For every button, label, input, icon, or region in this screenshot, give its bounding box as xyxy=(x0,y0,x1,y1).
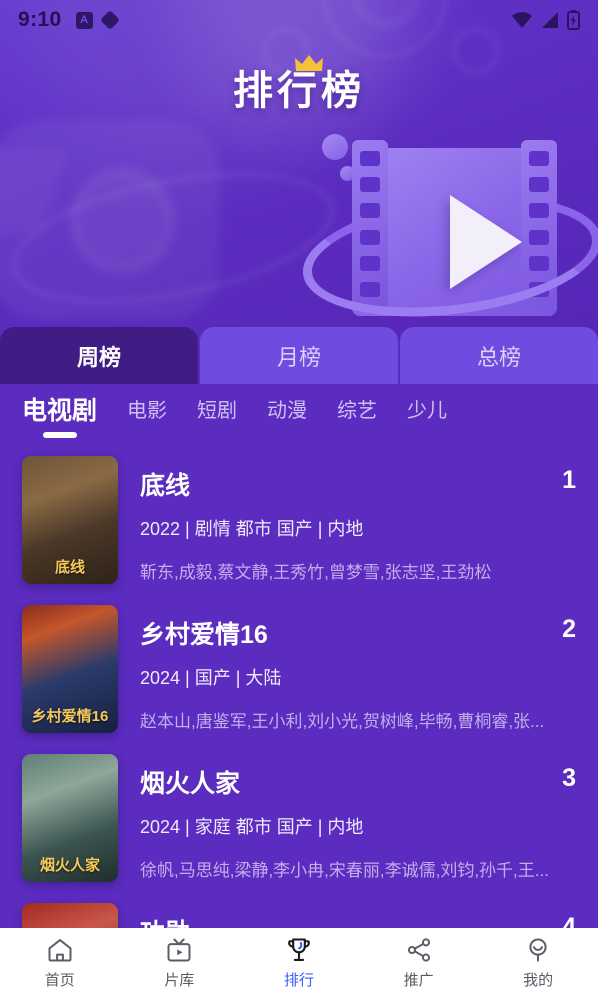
list-item-meta: 2024 | 国产 | 大陆 xyxy=(140,668,282,688)
status-bar: 9:10 A xyxy=(0,0,598,40)
nav-label: 首页 xyxy=(44,972,75,989)
ranking-list[interactable]: 底线 底线 1 2022 | 剧情 都市 国产 | 内地 靳东,成毅,蔡文静,王… xyxy=(0,442,598,928)
person-icon xyxy=(529,938,547,962)
tab-monthly[interactable]: 月榜 xyxy=(200,327,398,384)
tv-play-icon xyxy=(167,938,191,962)
category-tab-movie[interactable]: 电影 xyxy=(127,394,167,432)
list-item[interactable]: 乡村爱情16 乡村爱情16 2 2024 | 国产 | 大陆 赵本山,唐鉴军,王… xyxy=(0,591,598,740)
category-tab-variety[interactable]: 综艺 xyxy=(337,394,377,432)
poster-caption: 乡村爱情16 xyxy=(31,708,109,725)
poster-thumbnail[interactable]: 功勋 xyxy=(22,903,118,928)
nav-item-ranking[interactable]: 排行 xyxy=(239,928,359,998)
list-item-title: 乡村爱情16 xyxy=(140,621,268,649)
nav-label: 片库 xyxy=(164,972,195,989)
page-title-wrap: 排行榜 xyxy=(0,55,598,116)
nav-item-promote[interactable]: 推广 xyxy=(359,928,479,998)
category-tabs: 电视剧 电影 短剧 动漫 综艺 少儿 xyxy=(0,384,598,442)
list-item-cast: 赵本山,唐鉴军,王小利,刘小光,贺树峰,毕畅,曹桐睿,张... xyxy=(140,712,545,731)
list-item-rank: 4 xyxy=(562,913,576,928)
list-item-cast: 徐帆,马思纯,梁静,李小冉,宋春丽,李诚儒,刘钧,孙千,王... xyxy=(140,861,549,880)
poster-thumbnail[interactable]: 底线 xyxy=(22,456,118,584)
app-root: 9:10 A 排行榜 周榜 月榜 总榜 电视剧 电影 短剧 动漫 综艺 少儿 底… xyxy=(0,0,598,998)
wifi-icon xyxy=(512,12,532,28)
list-item[interactable]: 底线 底线 1 2022 | 剧情 都市 国产 | 内地 靳东,成毅,蔡文静,王… xyxy=(0,442,598,591)
nav-item-library[interactable]: 片库 xyxy=(120,928,240,998)
list-item-title: 底线 xyxy=(140,472,191,500)
poster-thumbnail[interactable]: 烟火人家 xyxy=(22,754,118,882)
app-badge-icon: A xyxy=(75,11,93,29)
poster-caption: 烟火人家 xyxy=(39,857,100,874)
battery-charging-icon xyxy=(567,10,580,30)
poster-thumbnail[interactable]: 乡村爱情16 xyxy=(22,605,118,733)
home-icon xyxy=(48,939,72,962)
signal-icon xyxy=(542,12,558,28)
tab-overall[interactable]: 总榜 xyxy=(400,327,598,384)
status-left-icons: A xyxy=(75,10,120,30)
list-item-body: 乡村爱情16 2 2024 | 国产 | 大陆 赵本山,唐鉴军,王小利,刘小光,… xyxy=(118,605,576,732)
trophy-icon xyxy=(288,938,310,961)
list-item-rank: 3 xyxy=(562,764,576,792)
category-tab-shortdrama[interactable]: 短剧 xyxy=(197,394,237,432)
list-item-body: 底线 1 2022 | 剧情 都市 国产 | 内地 靳东,成毅,蔡文静,王秀竹,… xyxy=(118,456,576,583)
list-item-title: 烟火人家 xyxy=(140,770,241,798)
nav-label: 我的 xyxy=(523,972,554,989)
diamond-icon xyxy=(99,10,120,30)
status-right-icons xyxy=(511,10,580,30)
category-tab-kids[interactable]: 少儿 xyxy=(407,394,447,432)
list-item[interactable]: 烟火人家 烟火人家 3 2024 | 家庭 都市 国产 | 内地 徐帆,马思纯,… xyxy=(0,740,598,889)
category-tab-anime[interactable]: 动漫 xyxy=(267,394,307,432)
tab-weekly[interactable]: 周榜 xyxy=(0,327,198,384)
status-time: 9:10 xyxy=(18,8,62,31)
share-icon xyxy=(407,938,430,962)
bottom-nav: 首页 片库 排行 推广 我的 xyxy=(0,928,598,998)
crown-icon xyxy=(295,55,323,71)
list-item-cast: 靳东,成毅,蔡文静,王秀竹,曾梦雪,张志坚,王劲松 xyxy=(140,563,492,582)
list-item-rank: 1 xyxy=(562,466,576,494)
list-item-meta: 2022 | 剧情 都市 国产 | 内地 xyxy=(140,519,364,539)
nav-label: 推广 xyxy=(403,972,434,989)
film-strip-play-icon xyxy=(296,134,598,335)
nav-item-mine[interactable]: 我的 xyxy=(478,928,598,998)
list-item-body: 烟火人家 3 2024 | 家庭 都市 国产 | 内地 徐帆,马思纯,梁静,李小… xyxy=(118,754,576,881)
nav-label: 排行 xyxy=(283,972,314,989)
nav-item-home[interactable]: 首页 xyxy=(0,928,120,998)
period-tabs: 周榜 月榜 总榜 xyxy=(0,327,598,384)
list-item-rank: 2 xyxy=(562,615,576,643)
hero-banner xyxy=(0,0,598,340)
list-item-body: 功勋 4 xyxy=(118,903,576,928)
list-item-meta: 2024 | 家庭 都市 国产 | 内地 xyxy=(140,817,364,837)
list-item-title: 功勋 xyxy=(140,913,550,928)
poster-caption: 底线 xyxy=(54,559,85,576)
list-item[interactable]: 功勋 功勋 4 xyxy=(0,889,598,928)
category-tab-tv[interactable]: 电视剧 xyxy=(22,391,97,436)
